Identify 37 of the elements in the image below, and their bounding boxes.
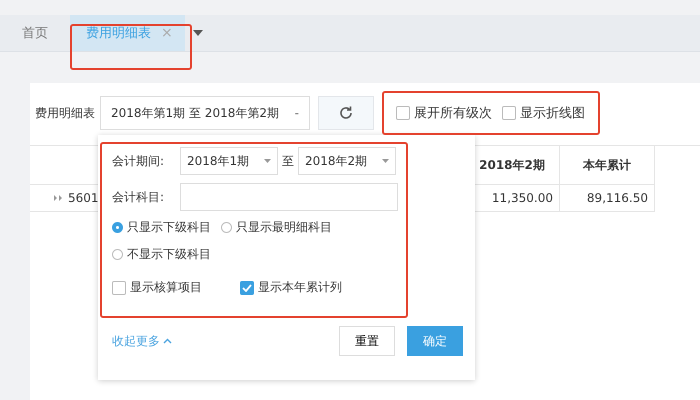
checkbox[interactable] (240, 280, 254, 294)
radio-button[interactable] (112, 222, 123, 233)
tab[interactable]: 费用明细表 × (70, 15, 185, 51)
caret-icon[interactable] (192, 30, 203, 36)
refresh-icon (338, 105, 354, 121)
reset-button[interactable]: 重置 (339, 326, 395, 356)
radio-button[interactable] (221, 222, 232, 233)
table-cell: 5601 (68, 191, 99, 205)
checkbox[interactable] (396, 106, 410, 120)
confirm-button[interactable]: 确定 (407, 326, 463, 356)
checkbox-label: 显示折线图 (520, 105, 585, 122)
table-cell: 89,116.50 (560, 185, 655, 212)
tab[interactable]: 首页 (0, 15, 62, 51)
field-label: 会计期间: (112, 152, 166, 170)
checkbox[interactable] (502, 106, 516, 120)
caret-icon (382, 159, 389, 163)
refresh-button[interactable] (318, 96, 374, 130)
range-label: 至 (282, 152, 294, 170)
period-select[interactable]: 2018年1期 (180, 147, 278, 175)
checkbox[interactable] (112, 280, 126, 294)
radio-label: 不显示下级科目 (127, 246, 211, 263)
checkbox-label: 显示核算项目 (130, 279, 202, 296)
report-title: 费用明细表 (34, 104, 96, 122)
subject-field[interactable] (180, 183, 398, 211)
collapse-link[interactable]: 收起更多 (112, 332, 172, 350)
period-select[interactable]: 2018年第1期 至 2018年第2期 - (100, 96, 310, 130)
radio-label: 只显示下级科目 (127, 219, 211, 236)
chevron-up-icon (163, 338, 172, 344)
caret-icon (264, 159, 271, 163)
period-select[interactable]: 2018年2期 (298, 147, 396, 175)
checkbox-label: 显示本年累计列 (258, 279, 342, 296)
checkbox-label: 展开所有级次 (414, 105, 492, 122)
column-header: 本年累计 (560, 146, 655, 185)
field-label: 会计科目: (112, 188, 166, 206)
radio-label: 只显示最明细科目 (236, 219, 332, 236)
expand-icon[interactable] (54, 195, 63, 201)
radio-button[interactable] (112, 249, 123, 260)
